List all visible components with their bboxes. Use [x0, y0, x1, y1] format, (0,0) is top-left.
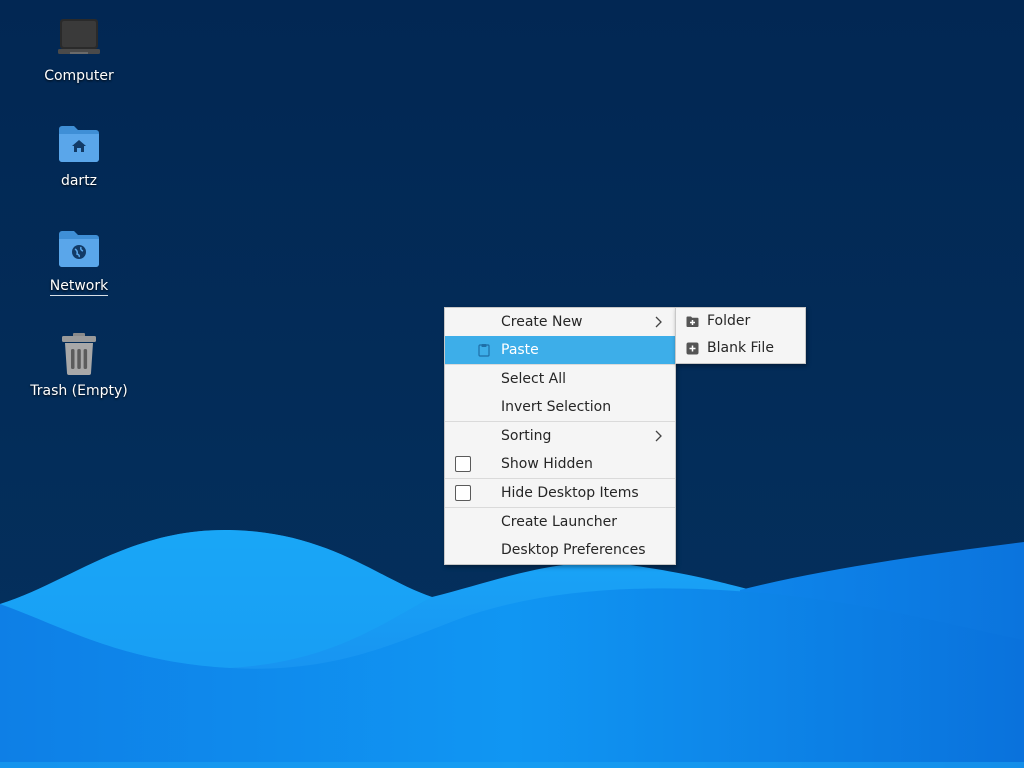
menu-item-label: Sorting	[501, 428, 552, 444]
desktop-icon-label: Trash (Empty)	[30, 383, 128, 399]
menu-item-label: Select All	[501, 371, 566, 387]
menu-item-invert-selection[interactable]: Invert Selection	[445, 393, 675, 421]
hide-desktop-items-checkbox[interactable]	[455, 485, 471, 501]
home-folder-icon	[56, 121, 102, 167]
desktop-icon-trash[interactable]: Trash (Empty)	[24, 317, 134, 409]
desktop-context-menu: Create New Paste Select All Invert Selec…	[444, 307, 676, 565]
menu-item-label: Folder	[707, 313, 751, 329]
menu-item-create-new[interactable]: Create New	[445, 308, 675, 336]
menu-item-label: Show Hidden	[501, 456, 593, 472]
menu-item-sorting[interactable]: Sorting	[445, 422, 675, 450]
desktop-icon-computer[interactable]: Computer	[24, 2, 134, 94]
chevron-right-icon	[653, 308, 665, 336]
desktop-icon-dartz[interactable]: dartz	[24, 107, 134, 199]
menu-item-label: Desktop Preferences	[501, 542, 646, 558]
menu-item-desktop-preferences[interactable]: Desktop Preferences	[445, 536, 675, 564]
menu-item-create-launcher[interactable]: Create Launcher	[445, 508, 675, 536]
clipboard-icon	[455, 336, 491, 364]
trash-icon	[56, 331, 102, 377]
menu-item-label: Blank File	[707, 340, 774, 356]
menu-item-label: Create Launcher	[501, 514, 618, 530]
menu-item-show-hidden[interactable]: Show Hidden	[445, 450, 675, 478]
show-hidden-checkbox[interactable]	[455, 456, 471, 472]
menu-item-paste[interactable]: Paste	[445, 336, 675, 364]
menu-item-label: Create New	[501, 314, 583, 330]
desktop-icon-network[interactable]: Network	[24, 212, 134, 304]
menu-item-label: Hide Desktop Items	[501, 485, 639, 501]
menu-item-hide-desktop-items[interactable]: Hide Desktop Items	[445, 479, 675, 507]
desktop-icon-label: dartz	[60, 173, 98, 189]
menu-item-label: Invert Selection	[501, 399, 612, 415]
menu-item-select-all[interactable]: Select All	[445, 365, 675, 393]
submenu-item-blank-file[interactable]: Blank File	[676, 335, 805, 362]
submenu-item-folder[interactable]: Folder	[676, 308, 805, 335]
menu-item-label: Paste	[501, 342, 539, 358]
desktop-icon-label: Network	[49, 278, 109, 296]
chevron-right-icon	[653, 422, 665, 450]
network-folder-icon	[56, 226, 102, 272]
desktop-icon-label: Computer	[44, 68, 114, 84]
file-add-icon	[684, 335, 700, 362]
computer-icon	[56, 16, 102, 62]
folder-add-icon	[684, 308, 700, 335]
create-new-submenu: Folder Blank File	[675, 307, 806, 364]
